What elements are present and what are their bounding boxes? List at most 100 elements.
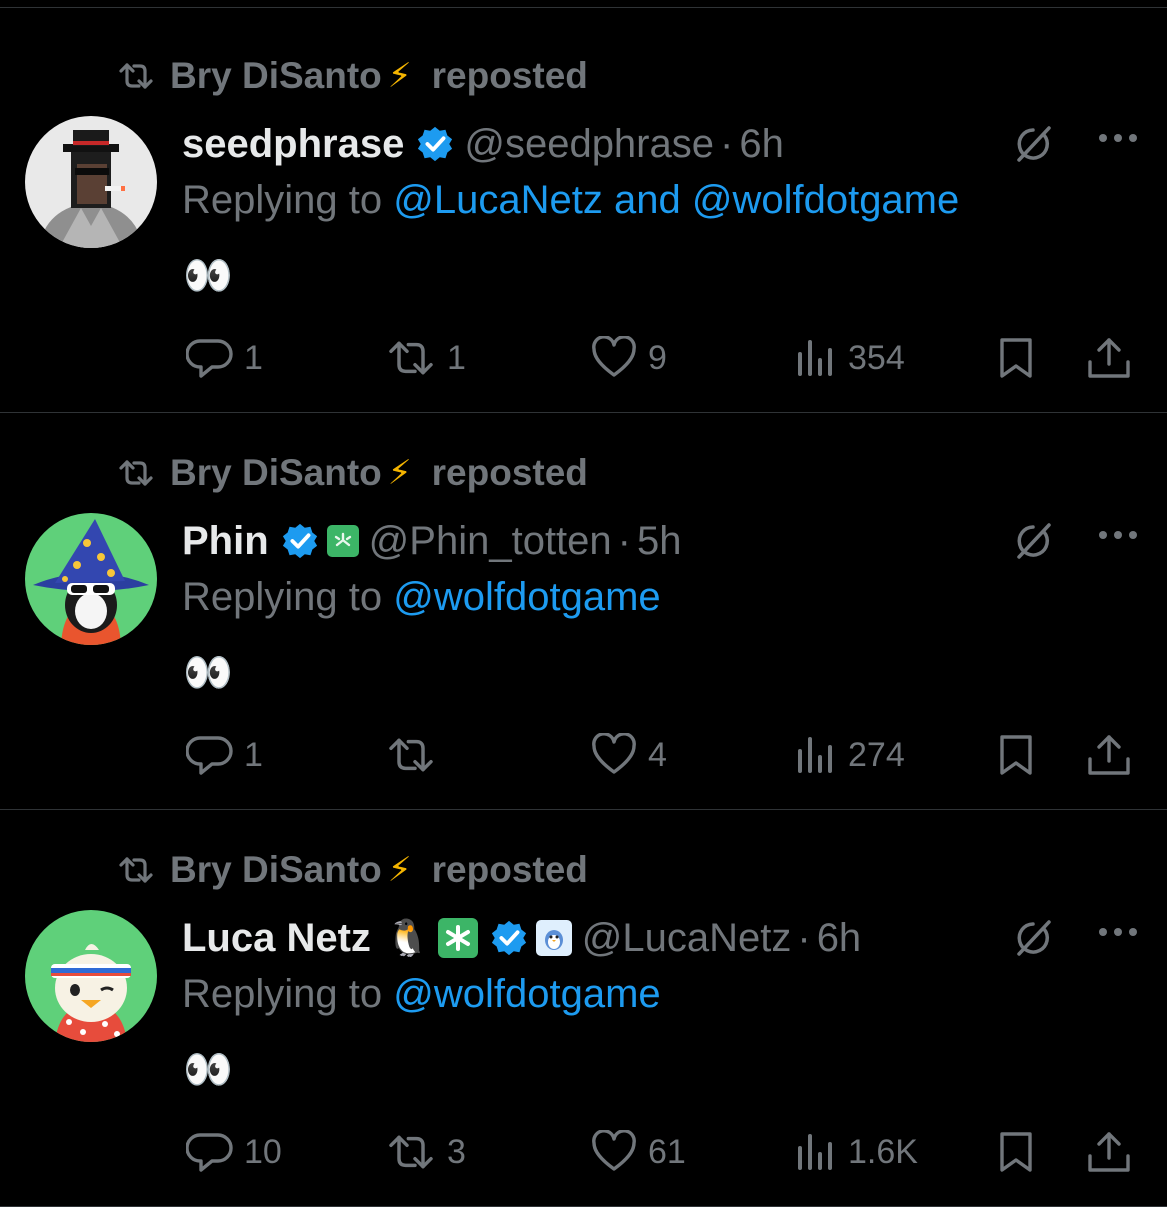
views-icon — [798, 737, 832, 773]
display-name[interactable]: Luca Netz — [182, 916, 371, 961]
display-name[interactable]: Phin — [182, 519, 269, 564]
share-button[interactable] — [1086, 1122, 1142, 1182]
tweet-actions: 1 1 9 354 — [0, 328, 1167, 388]
replying-to-label: Replying to — [182, 972, 383, 1016]
reposter-name[interactable]: Bry DiSanto — [170, 55, 382, 97]
heart-icon — [592, 1130, 636, 1171]
views-button[interactable]: 354 — [794, 328, 905, 388]
bookmark-icon — [1000, 338, 1032, 378]
more-options-icon[interactable] — [1099, 928, 1137, 936]
replying-to: Replying to @wolfdotgame — [182, 575, 661, 620]
reply-count: 1 — [244, 338, 263, 377]
avatar-seedphrase[interactable] — [25, 116, 157, 248]
reply-button[interactable]: 1 — [186, 725, 263, 785]
like-button[interactable]: 61 — [590, 1122, 686, 1182]
timestamp[interactable]: 6h — [739, 122, 784, 167]
repost-icon — [119, 857, 153, 883]
tweet-header: Luca Netz 🐧 @LucaNetz · 6h — [182, 910, 861, 966]
repost-count: 3 — [447, 1132, 466, 1171]
user-handle[interactable]: @Phin_totten — [369, 519, 612, 564]
reply-icon — [186, 339, 233, 378]
mention-wolfdotgame[interactable]: @wolfdotgame — [393, 575, 660, 619]
repost-count: 1 — [447, 338, 466, 377]
affiliate-penguin-badge-icon[interactable] — [535, 920, 572, 956]
tweet-text: 👀 — [183, 651, 233, 695]
lightning-icon: ⚡ — [387, 454, 412, 492]
mention-wolfdotgame[interactable]: @wolfdotgame — [393, 972, 660, 1016]
verified-badge-icon — [490, 919, 528, 957]
reposter-name[interactable]: Bry DiSanto — [170, 452, 382, 494]
like-button[interactable]: 4 — [590, 725, 667, 785]
repost-indicator[interactable]: Bry DiSanto ⚡ reposted — [118, 51, 588, 101]
top-divider — [0, 7, 1167, 16]
sparkle-emoji-icon — [437, 918, 478, 958]
display-name[interactable]: seedphrase — [182, 122, 404, 167]
repost-icon — [119, 63, 153, 89]
bookmark-button[interactable] — [996, 1122, 1046, 1182]
views-icon — [798, 340, 832, 376]
repost-button[interactable]: 3 — [385, 1122, 466, 1182]
bookmark-button[interactable] — [996, 725, 1046, 785]
tweet-actions: 1 4 274 — [0, 725, 1167, 785]
tweet-actions: 10 3 61 1.6K — [0, 1122, 1167, 1182]
views-button[interactable]: 1.6K — [794, 1122, 918, 1182]
repost-button[interactable] — [385, 725, 447, 785]
repost-icon — [389, 1135, 433, 1169]
reposter-name[interactable]: Bry DiSanto — [170, 849, 382, 891]
bookmark-button[interactable] — [996, 328, 1046, 388]
more-options-icon[interactable] — [1099, 531, 1137, 539]
separator-dot: · — [617, 518, 631, 563]
repost-icon — [119, 460, 153, 486]
separator-dot: · — [797, 915, 811, 960]
tweet-header: seedphrase @seedphrase · 6h — [182, 116, 784, 172]
user-handle[interactable]: @seedphrase — [464, 122, 714, 167]
heart-icon — [592, 336, 636, 377]
reposted-label: reposted — [431, 849, 588, 890]
lightning-icon: ⚡ — [387, 851, 412, 889]
views-button[interactable]: 274 — [794, 725, 905, 785]
penguin-emoji-icon: 🐧 — [384, 917, 430, 958]
tweet-lucanetz[interactable]: Bry DiSanto ⚡ reposted Luca Netz 🐧 @Luca… — [0, 810, 1167, 1207]
lightning-icon: ⚡ — [387, 57, 412, 95]
replying-to-label: Replying to — [182, 178, 383, 222]
tweet-text: 👀 — [183, 254, 233, 298]
mention-wolfdotgame[interactable]: @wolfdotgame — [692, 178, 959, 222]
reply-icon — [186, 736, 233, 775]
reply-button[interactable]: 1 — [186, 328, 263, 388]
reposted-label: reposted — [431, 452, 588, 493]
grok-icon[interactable] — [1011, 122, 1055, 171]
affiliate-badge-icon[interactable] — [326, 525, 359, 557]
reposted-label: reposted — [431, 55, 588, 96]
avatar-lucanetz[interactable] — [25, 910, 157, 1042]
repost-icon — [389, 738, 433, 772]
more-options-icon[interactable] — [1099, 134, 1137, 142]
like-count: 9 — [648, 338, 667, 377]
share-icon — [1088, 735, 1130, 775]
reply-count: 10 — [244, 1132, 282, 1171]
user-handle[interactable]: @LucaNetz — [582, 916, 792, 961]
share-button[interactable] — [1086, 725, 1142, 785]
avatar-phin[interactable] — [25, 513, 157, 645]
replying-to-label: Replying to — [182, 575, 383, 619]
repost-indicator[interactable]: Bry DiSanto ⚡ reposted — [118, 448, 588, 498]
share-button[interactable] — [1086, 328, 1142, 388]
grok-icon[interactable] — [1011, 519, 1055, 568]
tweet-seedphrase[interactable]: Bry DiSanto ⚡ reposted seedphrase @seedp… — [0, 16, 1167, 413]
like-button[interactable]: 9 — [590, 328, 667, 388]
timestamp[interactable]: 5h — [637, 519, 682, 564]
repost-indicator[interactable]: Bry DiSanto ⚡ reposted — [118, 845, 588, 895]
repost-button[interactable]: 1 — [385, 328, 466, 388]
view-count: 354 — [848, 338, 905, 377]
bookmark-icon — [1000, 1132, 1032, 1172]
verified-badge-icon — [281, 522, 319, 560]
view-count: 274 — [848, 735, 905, 774]
views-icon — [798, 1134, 832, 1170]
replying-to: Replying to @wolfdotgame — [182, 972, 661, 1017]
timestamp[interactable]: 6h — [817, 916, 862, 961]
replying-to: Replying to @LucaNetz and @wolfdotgame — [182, 178, 959, 223]
mention-lucanetz[interactable]: @LucaNetz — [393, 178, 603, 222]
tweet-phin[interactable]: Bry DiSanto ⚡ reposted Phin @Phin_totten… — [0, 413, 1167, 810]
grok-icon[interactable] — [1011, 916, 1055, 965]
share-icon — [1088, 338, 1130, 378]
reply-button[interactable]: 10 — [186, 1122, 282, 1182]
